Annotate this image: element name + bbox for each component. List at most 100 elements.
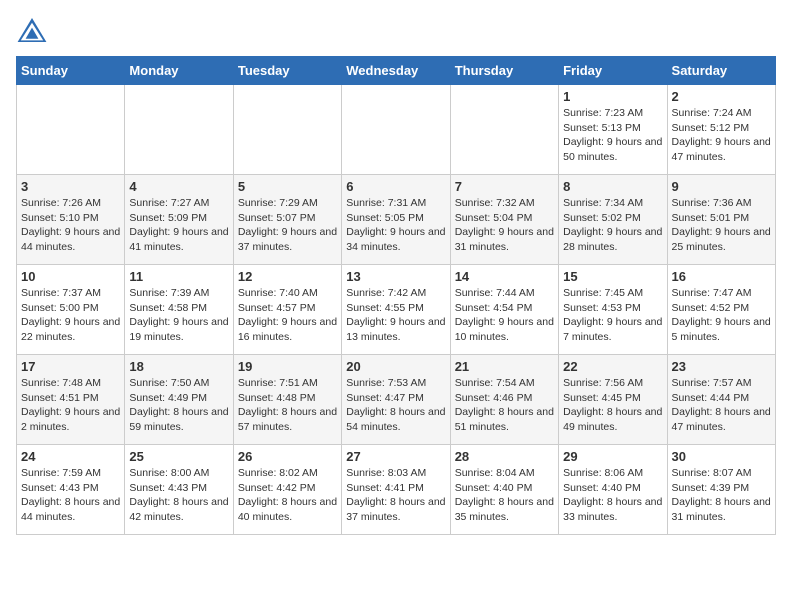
day-number: 19 xyxy=(238,359,337,374)
calendar-cell: 15 Sunrise: 7:45 AMSunset: 4:53 PMDayligh… xyxy=(559,265,667,355)
day-number: 9 xyxy=(672,179,771,194)
calendar-cell: 18 Sunrise: 7:50 AMSunset: 4:49 PMDayligh… xyxy=(125,355,233,445)
calendar-cell: 5 Sunrise: 7:29 AMSunset: 5:07 PMDaylight… xyxy=(233,175,341,265)
weekday-header-saturday: Saturday xyxy=(667,57,775,85)
day-number: 18 xyxy=(129,359,228,374)
calendar-cell xyxy=(450,85,558,175)
day-info: Sunrise: 7:40 AMSunset: 4:57 PMDaylight:… xyxy=(238,286,337,345)
calendar-cell: 30 Sunrise: 8:07 AMSunset: 4:39 PMDayligh… xyxy=(667,445,775,535)
calendar-cell: 19 Sunrise: 7:51 AMSunset: 4:48 PMDayligh… xyxy=(233,355,341,445)
week-row-2: 3Sunrise: 7:26 AMSunset: 5:10 PMDaylight… xyxy=(17,175,776,265)
calendar-cell: 22 Sunrise: 7:56 AMSunset: 4:45 PMDayligh… xyxy=(559,355,667,445)
day-number: 3 xyxy=(21,179,120,194)
day-number: 27 xyxy=(346,449,445,464)
day-info: Sunrise: 8:04 AMSunset: 4:40 PMDaylight:… xyxy=(455,466,554,525)
calendar-cell xyxy=(233,85,341,175)
day-number: 28 xyxy=(455,449,554,464)
day-info: Sunrise: 8:03 AMSunset: 4:41 PMDaylight:… xyxy=(346,466,445,525)
day-number: 11 xyxy=(129,269,228,284)
day-number: 1 xyxy=(563,89,662,104)
day-info: Sunrise: 7:53 AMSunset: 4:47 PMDaylight:… xyxy=(346,376,445,435)
day-info: Sunrise: 7:23 AMSunset: 5:13 PMDaylight:… xyxy=(563,106,662,165)
weekday-header-tuesday: Tuesday xyxy=(233,57,341,85)
day-info: Sunrise: 7:32 AMSunset: 5:04 PMDaylight:… xyxy=(455,196,554,255)
calendar-cell: 11Sunrise: 7:39 AMSunset: 4:58 PMDayligh… xyxy=(125,265,233,355)
calendar-cell: 1 Sunrise: 7:23 AMSunset: 5:13 PMDaylight… xyxy=(559,85,667,175)
day-number: 2 xyxy=(672,89,771,104)
weekday-header-friday: Friday xyxy=(559,57,667,85)
week-row-3: 10 Sunrise: 7:37 AMSunset: 5:00 PMDayligh… xyxy=(17,265,776,355)
calendar-cell: 12 Sunrise: 7:40 AMSunset: 4:57 PMDayligh… xyxy=(233,265,341,355)
calendar-cell: 29 Sunrise: 8:06 AMSunset: 4:40 PMDayligh… xyxy=(559,445,667,535)
day-info: Sunrise: 7:34 AMSunset: 5:02 PMDaylight:… xyxy=(563,196,662,255)
day-number: 24 xyxy=(21,449,120,464)
day-info: Sunrise: 7:27 AMSunset: 5:09 PMDaylight:… xyxy=(129,196,228,255)
day-info: Sunrise: 7:57 AMSunset: 4:44 PMDaylight:… xyxy=(672,376,771,435)
week-row-5: 24 Sunrise: 7:59 AMSunset: 4:43 PMDayligh… xyxy=(17,445,776,535)
day-number: 29 xyxy=(563,449,662,464)
calendar-cell: 7 Sunrise: 7:32 AMSunset: 5:04 PMDaylight… xyxy=(450,175,558,265)
calendar-cell: 9 Sunrise: 7:36 AMSunset: 5:01 PMDaylight… xyxy=(667,175,775,265)
weekday-header-thursday: Thursday xyxy=(450,57,558,85)
day-number: 21 xyxy=(455,359,554,374)
day-number: 22 xyxy=(563,359,662,374)
day-info: Sunrise: 7:45 AMSunset: 4:53 PMDaylight:… xyxy=(563,286,662,345)
calendar-cell: 26Sunrise: 8:02 AMSunset: 4:42 PMDayligh… xyxy=(233,445,341,535)
day-number: 13 xyxy=(346,269,445,284)
day-number: 30 xyxy=(672,449,771,464)
day-info: Sunrise: 7:51 AMSunset: 4:48 PMDaylight:… xyxy=(238,376,337,435)
day-info: Sunrise: 7:44 AMSunset: 4:54 PMDaylight:… xyxy=(455,286,554,345)
weekday-header-sunday: Sunday xyxy=(17,57,125,85)
calendar-cell: 10 Sunrise: 7:37 AMSunset: 5:00 PMDayligh… xyxy=(17,265,125,355)
day-info: Sunrise: 7:56 AMSunset: 4:45 PMDaylight:… xyxy=(563,376,662,435)
day-number: 8 xyxy=(563,179,662,194)
day-number: 4 xyxy=(129,179,228,194)
logo-icon xyxy=(16,16,48,44)
day-info: Sunrise: 8:06 AMSunset: 4:40 PMDaylight:… xyxy=(563,466,662,525)
calendar-cell: 16 Sunrise: 7:47 AMSunset: 4:52 PMDayligh… xyxy=(667,265,775,355)
day-info: Sunrise: 7:37 AMSunset: 5:00 PMDaylight:… xyxy=(21,286,120,345)
calendar-cell: 21 Sunrise: 7:54 AMSunset: 4:46 PMDayligh… xyxy=(450,355,558,445)
calendar-cell: 23 Sunrise: 7:57 AMSunset: 4:44 PMDayligh… xyxy=(667,355,775,445)
calendar-cell xyxy=(17,85,125,175)
week-row-1: 1 Sunrise: 7:23 AMSunset: 5:13 PMDaylight… xyxy=(17,85,776,175)
day-number: 5 xyxy=(238,179,337,194)
calendar-cell: 3Sunrise: 7:26 AMSunset: 5:10 PMDaylight… xyxy=(17,175,125,265)
calendar-cell: 20 Sunrise: 7:53 AMSunset: 4:47 PMDayligh… xyxy=(342,355,450,445)
day-number: 12 xyxy=(238,269,337,284)
calendar-cell: 8 Sunrise: 7:34 AMSunset: 5:02 PMDaylight… xyxy=(559,175,667,265)
logo xyxy=(16,16,52,44)
calendar-cell: 2Sunrise: 7:24 AMSunset: 5:12 PMDaylight… xyxy=(667,85,775,175)
day-info: Sunrise: 8:07 AMSunset: 4:39 PMDaylight:… xyxy=(672,466,771,525)
calendar-cell: 24 Sunrise: 7:59 AMSunset: 4:43 PMDayligh… xyxy=(17,445,125,535)
day-info: Sunrise: 7:29 AMSunset: 5:07 PMDaylight:… xyxy=(238,196,337,255)
day-info: Sunrise: 7:54 AMSunset: 4:46 PMDaylight:… xyxy=(455,376,554,435)
calendar-table: SundayMondayTuesdayWednesdayThursdayFrid… xyxy=(16,56,776,535)
day-number: 10 xyxy=(21,269,120,284)
day-number: 6 xyxy=(346,179,445,194)
day-info: Sunrise: 7:48 AMSunset: 4:51 PMDaylight:… xyxy=(21,376,120,435)
week-row-4: 17 Sunrise: 7:48 AMSunset: 4:51 PMDayligh… xyxy=(17,355,776,445)
calendar-cell: 17 Sunrise: 7:48 AMSunset: 4:51 PMDayligh… xyxy=(17,355,125,445)
calendar-cell: 14 Sunrise: 7:44 AMSunset: 4:54 PMDayligh… xyxy=(450,265,558,355)
calendar-cell: 25 Sunrise: 8:00 AMSunset: 4:43 PMDayligh… xyxy=(125,445,233,535)
weekday-header-wednesday: Wednesday xyxy=(342,57,450,85)
calendar-cell: 27 Sunrise: 8:03 AMSunset: 4:41 PMDayligh… xyxy=(342,445,450,535)
day-info: Sunrise: 7:59 AMSunset: 4:43 PMDaylight:… xyxy=(21,466,120,525)
day-number: 20 xyxy=(346,359,445,374)
day-number: 25 xyxy=(129,449,228,464)
day-info: Sunrise: 8:00 AMSunset: 4:43 PMDaylight:… xyxy=(129,466,228,525)
day-info: Sunrise: 8:02 AMSunset: 4:42 PMDaylight:… xyxy=(238,466,337,525)
day-info: Sunrise: 7:36 AMSunset: 5:01 PMDaylight:… xyxy=(672,196,771,255)
day-number: 17 xyxy=(21,359,120,374)
day-number: 14 xyxy=(455,269,554,284)
day-number: 15 xyxy=(563,269,662,284)
day-info: Sunrise: 7:31 AMSunset: 5:05 PMDaylight:… xyxy=(346,196,445,255)
calendar-cell xyxy=(342,85,450,175)
day-info: Sunrise: 7:50 AMSunset: 4:49 PMDaylight:… xyxy=(129,376,228,435)
calendar-cell: 4 Sunrise: 7:27 AMSunset: 5:09 PMDaylight… xyxy=(125,175,233,265)
day-info: Sunrise: 7:47 AMSunset: 4:52 PMDaylight:… xyxy=(672,286,771,345)
day-number: 16 xyxy=(672,269,771,284)
day-number: 23 xyxy=(672,359,771,374)
day-number: 7 xyxy=(455,179,554,194)
